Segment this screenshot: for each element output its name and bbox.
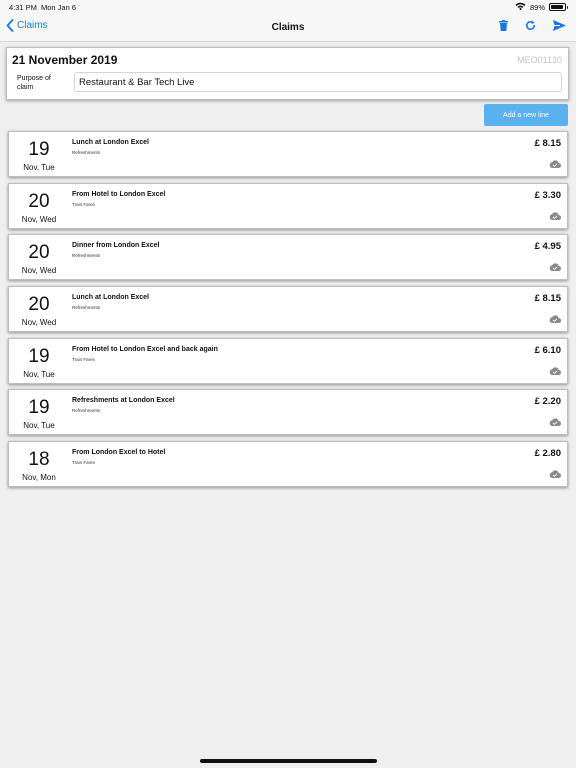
claim-line-title: From Hotel to London Excel — [72, 190, 166, 198]
claim-line-title: Refreshments at London Excel — [72, 397, 175, 405]
claim-line-amount: £ 8.15 — [534, 138, 561, 149]
status-bar: 4:31 PM Mon Jan 6 89% — [0, 0, 576, 14]
status-right: 89% — [515, 2, 568, 12]
claim-line-amount: £ 2.20 — [534, 396, 561, 408]
claim-line-month: Nov, Tue — [23, 369, 55, 379]
status-time: 4:31 PM — [9, 3, 37, 12]
cloud-uploaded-icon — [549, 160, 561, 168]
claim-line-month: Nov, Tue — [23, 421, 55, 431]
battery-percentage: 89% — [529, 2, 545, 12]
status-date: Mon Jan 6 — [41, 3, 77, 12]
claim-line-category: Train Fares — [72, 460, 95, 466]
claim-date: 21 November 2019 — [12, 53, 118, 67]
claim-line-day: 19 — [28, 397, 50, 419]
claim-line-day: 20 — [28, 190, 50, 212]
claim-line-item[interactable]: 20 Nov, Wed Lunch at London Excel Refres… — [8, 286, 568, 333]
page-title: Claims — [271, 22, 305, 33]
claim-line-item[interactable]: 19 Nov, Tue Refreshments at London Excel… — [8, 389, 568, 436]
claim-line-category: Refreshments — [72, 305, 101, 311]
purpose-input[interactable] — [74, 72, 562, 92]
claim-line-title: From London Excel to Hotel — [72, 449, 166, 457]
claim-line-title: Lunch at London Excel — [72, 139, 150, 146]
refresh-icon[interactable] — [525, 20, 536, 31]
claim-line-month: Nov, Mon — [22, 473, 56, 483]
claim-line-month: Nov, Wed — [21, 266, 57, 276]
navigation-bar: Claims Claims — [0, 14, 576, 42]
claim-line-amount: £ 8.15 — [534, 293, 561, 305]
claim-line-day: 20 — [28, 242, 50, 264]
send-icon[interactable] — [553, 20, 566, 31]
cloud-uploaded-icon — [549, 418, 561, 427]
claim-line-month: Nov, Tue — [23, 163, 55, 172]
cloud-uploaded-icon — [549, 315, 561, 324]
purpose-label: Purpose of claim — [17, 75, 51, 91]
trash-icon[interactable] — [499, 20, 508, 31]
claim-line-item[interactable]: 19 Nov, Tue Lunch at London Excel Refres… — [8, 131, 568, 177]
wifi-icon — [515, 2, 526, 12]
claim-line-day: 18 — [28, 449, 50, 471]
battery-icon — [549, 3, 568, 11]
nav-actions — [499, 20, 566, 31]
home-indicator — [200, 759, 377, 763]
claim-line-month: Nov, Wed — [21, 214, 57, 224]
claim-line-item[interactable]: 18 Nov, Mon From London Excel to Hotel T… — [8, 441, 568, 488]
cloud-uploaded-icon — [549, 212, 561, 220]
claim-line-amount: £ 4.95 — [534, 241, 561, 253]
claim-line-day: 19 — [28, 139, 50, 160]
claim-line-category: Train Fares — [72, 356, 95, 362]
claim-line-amount: £ 2.80 — [534, 448, 561, 460]
claim-header-card: 21 November 2019 MEO01130 Purpose of cla… — [6, 47, 569, 100]
add-new-line-button[interactable]: Add a new line — [484, 104, 568, 126]
claim-line-day: 19 — [28, 345, 50, 367]
claim-line-category: Refreshments — [72, 408, 101, 414]
claim-line-category: Train Fares — [72, 201, 95, 207]
cloud-uploaded-icon — [549, 263, 561, 272]
claim-line-category: Refreshments — [72, 150, 101, 155]
claim-line-category: Refreshments — [72, 253, 101, 259]
cloud-uploaded-icon — [549, 367, 561, 375]
cloud-uploaded-icon — [549, 470, 561, 479]
claim-line-title: From Hotel to London Excel and back agai… — [72, 345, 218, 353]
claim-reference: MEO01130 — [517, 55, 562, 65]
claim-line-amount: £ 3.30 — [534, 189, 561, 201]
claim-line-title: Lunch at London Excel — [72, 294, 150, 302]
claim-line-month: Nov, Wed — [21, 318, 57, 328]
claim-line-title: Dinner from London Excel — [72, 242, 160, 250]
claim-line-item[interactable]: 19 Nov, Tue From Hotel to London Excel a… — [8, 337, 568, 384]
claim-line-day: 20 — [28, 294, 50, 316]
claim-line-item[interactable]: 20 Nov, Wed Dinner from London Excel Ref… — [8, 234, 568, 281]
claim-line-list: 19 Nov, Tue Lunch at London Excel Refres… — [8, 131, 568, 493]
claim-line-amount: £ 6.10 — [534, 344, 561, 356]
claim-line-item[interactable]: 20 Nov, Wed From Hotel to London Excel T… — [8, 182, 568, 229]
